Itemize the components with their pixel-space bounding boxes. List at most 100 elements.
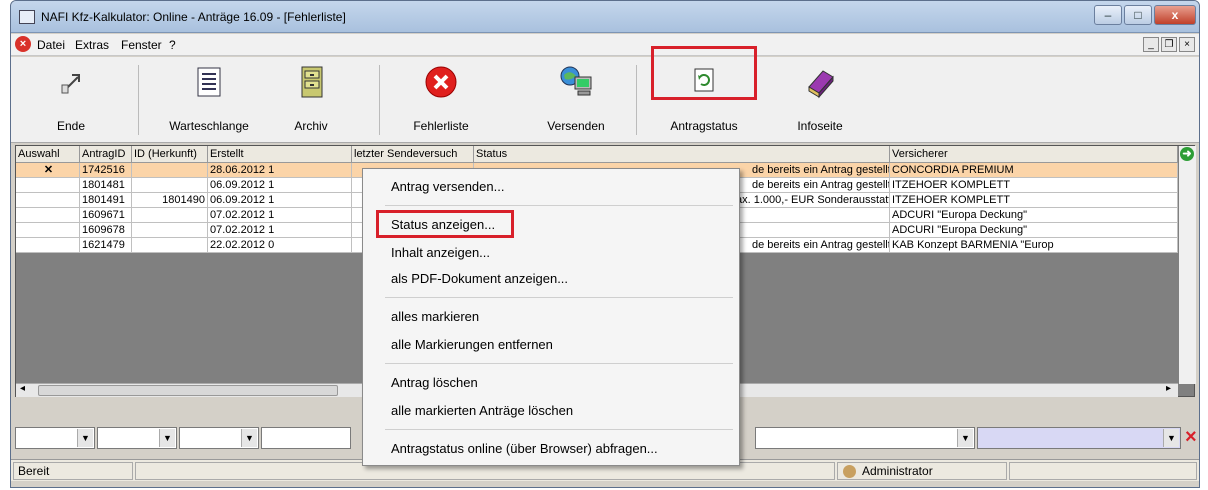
menu-markierte-loeschen[interactable]: alle markierten Anträge löschen	[391, 403, 573, 419]
status-anzeigen-highlight	[376, 210, 514, 238]
cell-auswahl[interactable]	[16, 223, 80, 238]
close-window-button[interactable]: x	[1154, 5, 1196, 25]
title-bar: NAFI Kfz-Kalkulator: Online - Anträge 16…	[11, 1, 1199, 33]
cell-versicherer: CONCORDIA PREMIUM	[890, 163, 1178, 178]
menu-markierungen-entfernen[interactable]: alle Markierungen entfernen	[391, 337, 553, 353]
menu-antrag-versenden[interactable]: Antrag versenden...	[391, 179, 504, 195]
clear-filter-icon[interactable]: ×	[1185, 427, 1197, 447]
menu-help[interactable]: ?	[169, 38, 176, 52]
menu-antrag-loeschen[interactable]: Antrag löschen	[391, 375, 478, 391]
antragstatus-highlight	[651, 46, 757, 100]
cell-herkunft	[132, 208, 208, 223]
archive-cabinet-icon	[301, 66, 323, 98]
fehlerliste-button[interactable]: Fehlerliste	[391, 57, 491, 141]
menu-alles-markieren[interactable]: alles markieren	[391, 309, 479, 325]
chevron-down-icon[interactable]: ▼	[77, 429, 93, 447]
col-letzter-sendeversuch[interactable]: letzter Sendeversuch	[352, 146, 474, 163]
menu-extras[interactable]: Extras	[75, 38, 109, 52]
cell-antragid: 1801481	[80, 178, 132, 193]
col-status[interactable]: Status	[474, 146, 890, 163]
col-antragid[interactable]: AntragID	[80, 146, 132, 163]
vertical-scrollbar[interactable]	[1179, 146, 1196, 384]
cell-auswahl[interactable]: ✕	[16, 163, 80, 178]
user-icon	[843, 465, 856, 478]
filter-versicherer[interactable]: ▼	[977, 427, 1181, 449]
col-auswahl[interactable]: Auswahl	[16, 146, 80, 163]
menu-separator	[385, 205, 733, 206]
warteschlange-label: Warteschlange	[169, 119, 249, 133]
warteschlange-button[interactable]: Warteschlange	[149, 57, 269, 141]
menu-datei[interactable]: Datei	[37, 38, 65, 52]
go-arrow-icon[interactable]: ➜	[1180, 147, 1194, 161]
chevron-down-icon[interactable]: ▼	[957, 429, 973, 447]
chevron-down-icon[interactable]: ▼	[241, 429, 257, 447]
col-herkunft[interactable]: ID (Herkunft)	[132, 146, 208, 163]
col-erstellt[interactable]: Erstellt	[208, 146, 352, 163]
versenden-button[interactable]: Versenden	[526, 57, 626, 141]
info-book-icon	[808, 70, 834, 99]
mdi-minimize-button[interactable]: _	[1143, 37, 1159, 52]
cell-antragid: 1801491	[80, 193, 132, 208]
scroll-right-icon[interactable]: ▸	[1166, 383, 1171, 394]
toolbar-divider	[636, 65, 637, 135]
app-icon	[19, 10, 35, 24]
filter-status[interactable]: ▼	[755, 427, 975, 449]
mdi-restore-button[interactable]: ❐	[1161, 37, 1177, 52]
menu-pdf-anzeigen[interactable]: als PDF-Dokument anzeigen...	[391, 271, 568, 287]
scrollbar-thumb[interactable]	[38, 385, 338, 396]
ende-button[interactable]: Ende	[21, 57, 121, 141]
cell-antragid: 1621479	[80, 238, 132, 253]
filter-auswahl[interactable]: ▼	[15, 427, 95, 449]
filter-erstellt[interactable]	[261, 427, 351, 449]
menu-fenster[interactable]: Fenster	[121, 38, 162, 52]
cell-auswahl[interactable]	[16, 193, 80, 208]
cell-antragid: 1609678	[80, 223, 132, 238]
cell-erstellt: 06.09.2012 1	[208, 178, 352, 193]
cell-herkunft	[132, 178, 208, 193]
archiv-label: Archiv	[294, 119, 328, 133]
cell-antragid: 1742516	[80, 163, 132, 178]
grid-header: Auswahl AntragID ID (Herkunft) Erstellt …	[16, 146, 1178, 163]
archiv-button[interactable]: Archiv	[261, 57, 361, 141]
cell-erstellt: 06.09.2012 1	[208, 193, 352, 208]
filter-herkunft[interactable]: ▼	[179, 427, 259, 449]
status-text: Bereit	[13, 462, 133, 480]
toolbar-divider	[379, 65, 380, 135]
queue-list-icon	[197, 67, 221, 97]
status-panel-right	[1009, 462, 1197, 480]
infoseite-button[interactable]: Infoseite	[775, 57, 865, 141]
mdi-close-button[interactable]: ×	[1179, 37, 1195, 52]
cell-erstellt: 22.02.2012 0	[208, 238, 352, 253]
ende-label: Ende	[56, 119, 86, 133]
send-computer-icon	[560, 66, 592, 96]
status-user: Administrator	[837, 462, 1007, 480]
cell-erstellt: 28.06.2012 1	[208, 163, 352, 178]
scroll-left-icon[interactable]: ◂	[20, 383, 25, 394]
cell-auswahl[interactable]	[16, 178, 80, 193]
error-x-icon	[425, 66, 457, 98]
menu-status-online[interactable]: Antragstatus online (über Browser) abfra…	[391, 441, 658, 457]
cell-auswahl[interactable]	[16, 208, 80, 223]
toolbar: Ende Warteschlange Archiv Fehlerliste Ve…	[11, 57, 1199, 143]
cell-versicherer: ADCURI "Europa Deckung"	[890, 223, 1178, 238]
filter-antragid[interactable]: ▼	[97, 427, 177, 449]
maximize-button[interactable]: □	[1124, 5, 1152, 25]
cell-auswahl[interactable]	[16, 238, 80, 253]
chevron-down-icon[interactable]: ▼	[159, 429, 175, 447]
toolbar-divider	[138, 65, 139, 135]
cell-versicherer: ITZEHOER KOMPLETT	[890, 193, 1178, 208]
col-versicherer[interactable]: Versicherer	[890, 146, 1178, 163]
versenden-label: Versenden	[547, 119, 605, 133]
antragstatus-label: Antragstatus	[670, 119, 738, 133]
status-user-label: Administrator	[862, 464, 933, 478]
close-doc-icon[interactable]: ×	[15, 36, 31, 52]
menu-inhalt-anzeigen[interactable]: Inhalt anzeigen...	[391, 245, 490, 261]
minimize-button[interactable]: –	[1094, 5, 1122, 25]
chevron-down-icon[interactable]: ▼	[1163, 429, 1179, 447]
cell-versicherer: ADCURI "Europa Deckung"	[890, 208, 1178, 223]
cell-antragid: 1609671	[80, 208, 132, 223]
cell-erstellt: 07.02.2012 1	[208, 223, 352, 238]
cell-herkunft	[132, 238, 208, 253]
cell-versicherer: KAB Konzept BARMENIA "Europ	[890, 238, 1178, 253]
exit-icon	[61, 74, 80, 94]
